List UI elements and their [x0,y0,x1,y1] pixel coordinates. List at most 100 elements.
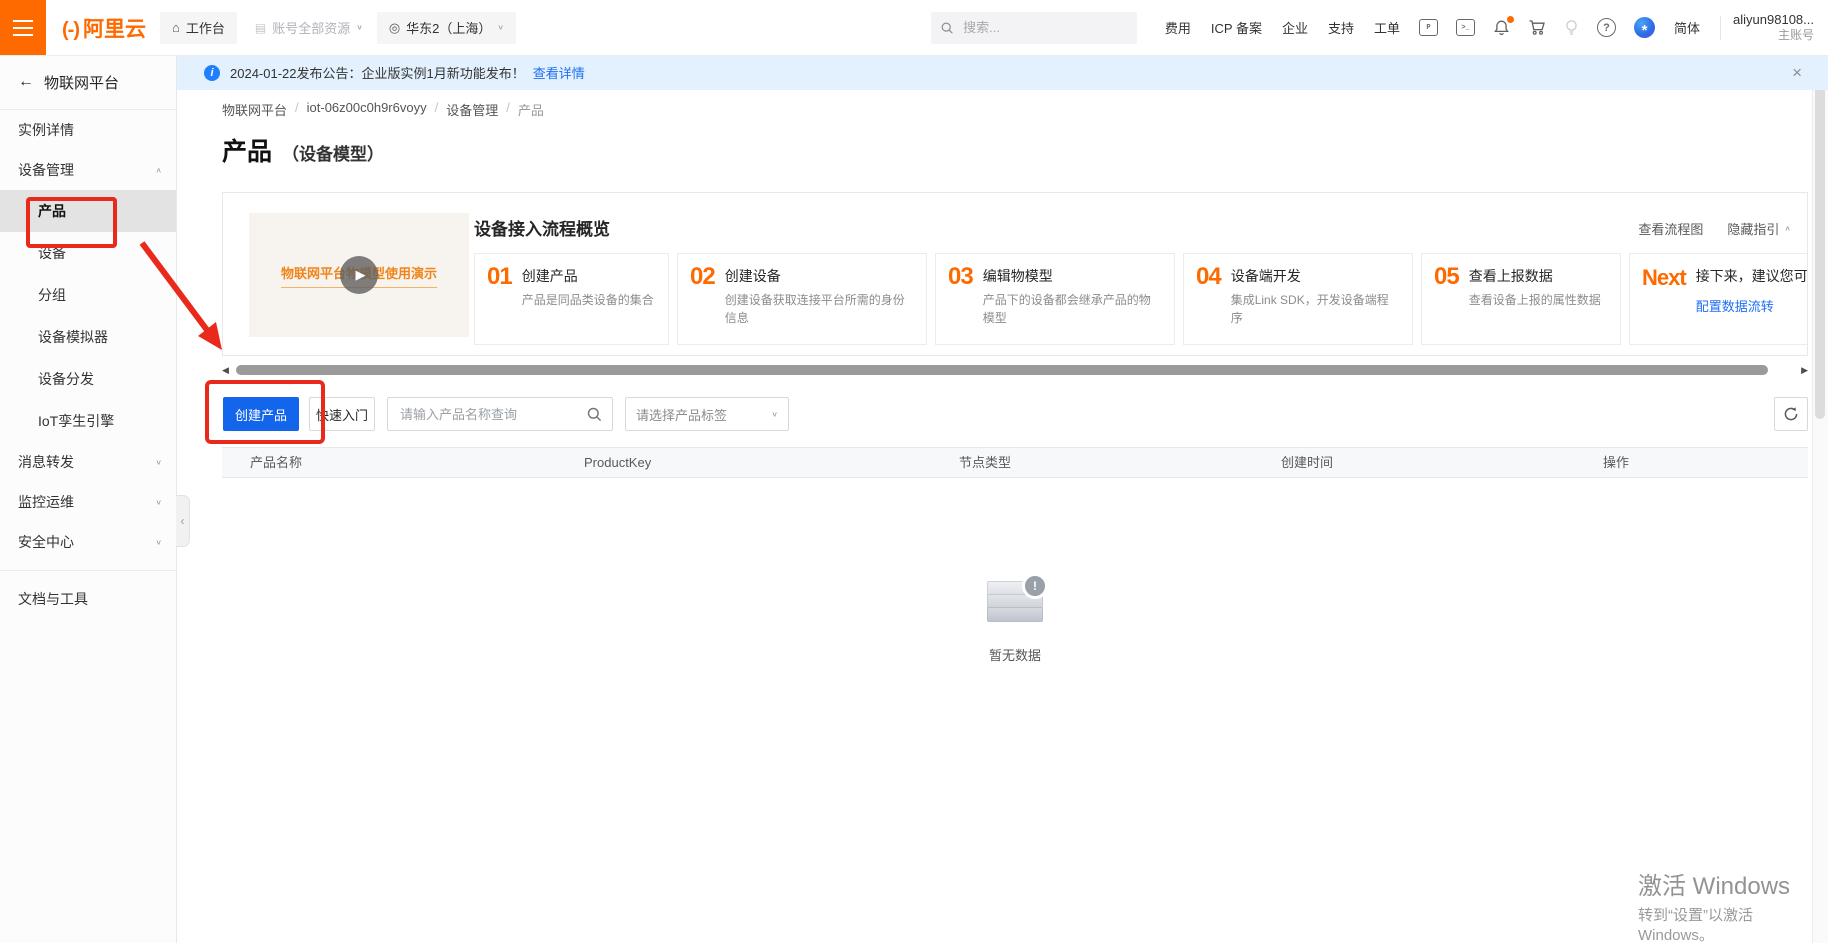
sidebar-item-monitoring-ops[interactable]: 监控运维 ∨ [0,482,176,522]
product-tag-select[interactable]: 请选择产品标签 ∨ [625,397,789,431]
breadcrumb-current: 产品 [518,100,544,119]
vertical-scrollbar-thumb[interactable] [1815,59,1825,419]
info-icon: i [204,65,220,81]
breadcrumb-item[interactable]: 物联网平台 [222,100,287,119]
aliyun-logo-text: 阿里云 [83,13,146,43]
close-icon[interactable]: × [1792,64,1802,81]
configure-data-forwarding-link[interactable]: 配置数据流转 [1696,296,1807,315]
sidebar-collapse-handle[interactable]: ‹ [176,495,190,547]
refresh-icon [1783,406,1799,422]
sidebar-item-message-forwarding[interactable]: 消息转发 ∨ [0,442,176,482]
nav-link-billing[interactable]: 费用 [1165,18,1191,37]
sidebar-item-device[interactable]: 设备 [0,232,176,274]
sidebar-header: ← 物联网平台 [0,55,176,110]
sidebar-item-device-management[interactable]: 设备管理 ∧ [0,150,176,190]
terminal-icon[interactable]: >_ [1456,19,1475,36]
sidebar-item-device-simulator[interactable]: 设备模拟器 [0,316,176,358]
account-name: aliyun98108... [1733,12,1814,28]
refresh-button[interactable] [1774,397,1808,431]
search-icon [941,21,953,35]
nav-link-support[interactable]: 支持 [1328,18,1354,37]
sidebar-item-instance-detail[interactable]: 实例详情 [0,110,176,150]
sidebar: ← 物联网平台 实例详情 设备管理 ∧ 产品 设备 分组 设备模拟器 设备分发 … [0,55,177,943]
play-icon[interactable]: ▶ [340,256,378,294]
announcement-text: 2024-01-22发布公告：企业版实例1月新功能发布！ [230,63,525,82]
chevron-down-icon: ∨ [155,538,162,547]
sidebar-item-security-center[interactable]: 安全中心 ∨ [0,522,176,562]
empty-state: ! 暂无数据 [222,575,1808,664]
column-header-node-type: 节点类型 [959,448,1011,477]
chevron-down-icon: ∨ [771,410,778,419]
search-icon[interactable] [587,407,602,422]
cart-icon[interactable] [1528,19,1546,36]
column-header-product-name: 产品名称 [250,448,302,477]
hamburger-menu-icon[interactable] [0,0,46,55]
page-title: 产品 （设备模型） [222,132,384,168]
nav-link-enterprise[interactable]: 企业 [1282,18,1308,37]
language-switch[interactable]: 简体 [1674,18,1700,37]
guide-step-1: 01 创建产品 产品是同品类设备的集合 [474,253,669,345]
sidebar-item-product[interactable]: 产品 [0,190,176,232]
device-onboarding-guide-card: 物联网平台物模型使用演示 ▶ 设备接入流程概览 查看流程图 隐藏指引 ∧ 01 … [222,192,1808,356]
guide-step-2: 02 创建设备 创建设备获取连接平台所需的身份信息 [677,253,927,345]
sidebar-item-iot-twin-engine[interactable]: IoT孪生引擎 [0,400,176,442]
breadcrumb: 物联网平台 / iot-06z00c0h9r6voyy / 设备管理 / 产品 [222,100,544,119]
guide-video-thumbnail[interactable]: 物联网平台物模型使用演示 ▶ [249,213,469,337]
nav-link-icp[interactable]: ICP 备案 [1211,18,1262,37]
lightbulb-icon[interactable] [1564,19,1579,36]
view-flowchart-link[interactable]: 查看流程图 [1638,219,1703,238]
empty-state-text: 暂无数据 [222,645,1808,664]
alert-badge-icon: ! [1022,573,1048,599]
scroll-right-icon[interactable]: ▶ [1801,365,1808,376]
account-type: 主账号 [1778,28,1814,43]
guide-steps-row: 01 创建产品 产品是同品类设备的集合 02 创建设备 创建设备获取连接平台所需… [474,253,1807,345]
global-search[interactable] [931,12,1137,44]
breadcrumb-item[interactable]: iot-06z00c0h9r6voyy [307,100,427,119]
dingtalk-icon[interactable]: * [1634,17,1655,38]
sidebar-item-device-distribution[interactable]: 设备分发 [0,358,176,400]
account-resources-dropdown[interactable]: ▤ 账号全部资源 ∨ [255,18,363,37]
sidebar-title: 物联网平台 [44,72,119,93]
horizontal-scrollbar-thumb[interactable] [236,365,1768,375]
create-product-button[interactable]: 创建产品 [223,397,299,431]
help-icon[interactable]: ? [1597,18,1616,37]
product-search-input[interactable] [398,406,587,423]
guide-step-5: 05 查看上报数据 查看设备上报的属性数据 [1421,253,1621,345]
breadcrumb-item[interactable]: 设备管理 [446,100,498,119]
back-arrow-icon[interactable]: ← [18,73,34,91]
global-search-input[interactable] [961,19,1127,36]
chevron-down-icon: ∨ [155,458,162,467]
nav-link-ticket[interactable]: 工单 [1374,18,1400,37]
region-label: 华东2（上海） [406,18,491,37]
aliyun-logo-mark: (-) [62,19,79,42]
aliyun-logo[interactable]: (-) 阿里云 [62,13,146,43]
account-menu[interactable]: aliyun98108... 主账号 [1733,12,1814,43]
home-icon: ⌂ [172,20,180,35]
chevron-up-icon: ∧ [155,166,162,175]
guide-step-3: 03 编辑物模型 产品下的设备都会继承产品的物模型 [935,253,1175,345]
chevron-up-icon: ∧ [1784,224,1791,233]
sidebar-item-group[interactable]: 分组 [0,274,176,316]
announcement-detail-link[interactable]: 查看详情 [533,63,585,82]
column-header-create-time: 创建时间 [1281,448,1333,477]
location-pin-icon: ◎ [389,20,400,36]
sidebar-item-docs-tools[interactable]: 文档与工具 [0,579,176,619]
divider [0,570,176,571]
region-selector[interactable]: ◎ 华东2（上海） ∨ [377,12,516,44]
horizontal-scrollbar: ◀ ▶ [222,363,1808,377]
chevron-down-icon: ∨ [155,498,162,507]
top-navbar: (-) 阿里云 ⌂ 工作台 ▤ 账号全部资源 ∨ ◎ 华东2（上海） ∨ 费用 … [0,0,1828,56]
notification-dot [1507,16,1514,23]
product-table-header: 产品名称 ProductKey 节点类型 创建时间 操作 [222,447,1808,478]
vertical-scrollbar[interactable] [1812,55,1828,943]
scroll-left-icon[interactable]: ◀ [222,365,229,376]
guide-section-title: 设备接入流程概览 [474,215,610,240]
workbench-button[interactable]: ⌂ 工作台 [160,12,237,44]
notification-bell-icon[interactable] [1493,19,1510,36]
quickstart-button[interactable]: 快速入门 [309,397,375,431]
column-header-productkey: ProductKey [584,448,651,477]
workbench-label: 工作台 [186,18,225,37]
product-search-box[interactable] [387,397,613,431]
hide-guide-link[interactable]: 隐藏指引 ∧ [1727,219,1791,238]
api-icon[interactable]: P [1419,19,1438,36]
